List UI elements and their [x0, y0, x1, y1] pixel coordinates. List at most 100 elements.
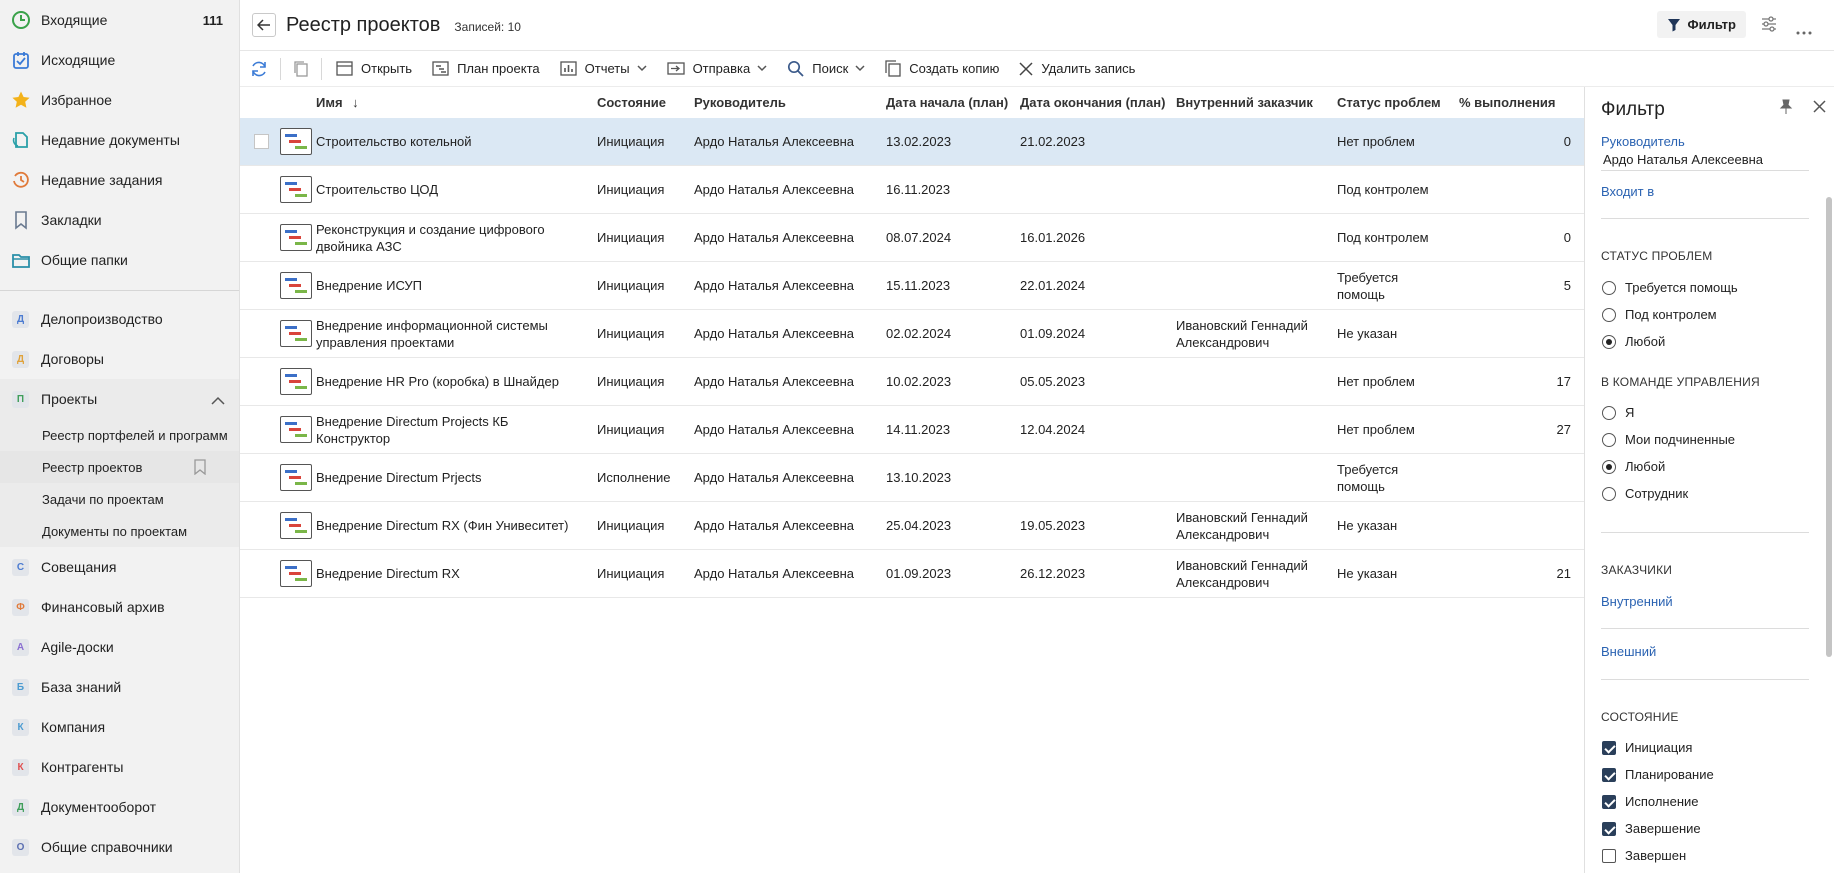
table-row[interactable]: Внедрение ИСУП Инициация Ардо Наталья Алек… — [240, 262, 1584, 310]
option-label[interactable]: Исполнение — [1625, 794, 1699, 809]
radio-button[interactable] — [1602, 308, 1616, 322]
table-row[interactable]: Внедрение информационной системы управлен… — [240, 310, 1584, 358]
sidebar-item-project-tasks[interactable]: Задачи по проектам — [0, 483, 239, 515]
copy-selection-button[interactable] — [285, 54, 317, 84]
option-label[interactable]: Любой — [1625, 459, 1665, 474]
checkbox[interactable] — [1602, 768, 1616, 782]
chevron-down-icon — [637, 65, 647, 72]
internal-customer-link[interactable]: Внутренний — [1601, 594, 1673, 609]
cell-start-value: 16.11.2023 — [886, 182, 951, 197]
sidebar-item-project-registry[interactable]: Реестр проектов — [0, 451, 239, 483]
cell-state: Исполнение — [597, 454, 671, 501]
module-company[interactable]: К Компания — [0, 707, 239, 747]
sidebar-item-shared-folders[interactable]: Общие папки — [0, 240, 239, 280]
module-knowledge-base[interactable]: Б База знаний — [0, 667, 239, 707]
column-header-customer[interactable]: Внутренний заказчик — [1176, 95, 1313, 110]
radio-button[interactable] — [1602, 460, 1616, 474]
create-copy-button[interactable]: Создать копию — [875, 54, 1009, 84]
column-header-status[interactable]: Статус проблем — [1337, 95, 1441, 110]
bookmark-icon[interactable] — [193, 459, 207, 478]
table-row[interactable]: Внедрение Directum RX Инициация Ардо Натал… — [240, 550, 1584, 598]
column-header-end[interactable]: Дата окончания (план) — [1020, 95, 1165, 110]
sidebar-item-favorites[interactable]: Избранное — [0, 80, 239, 120]
filter-panel-scrollbar[interactable] — [1826, 197, 1832, 657]
table-row[interactable]: Внедрение Directum RX (Фин Унивеситет) Ин… — [240, 502, 1584, 550]
option-label[interactable]: Завершен — [1625, 848, 1686, 863]
module-common-directories[interactable]: О Общие справочники — [0, 827, 239, 867]
option-label[interactable]: Сотрудник — [1625, 486, 1688, 501]
module-counterparties[interactable]: К Контрагенты — [0, 747, 239, 787]
back-button[interactable] — [252, 13, 276, 37]
sidebar-item-inbox[interactable]: Входящие 111 — [0, 0, 239, 40]
module-financial-archive[interactable]: Ф Финансовый архив — [0, 587, 239, 627]
option-label[interactable]: Любой — [1625, 334, 1665, 349]
table-row[interactable]: Строительство котельной Инициация Ардо Нат… — [240, 118, 1584, 166]
row-checkbox[interactable] — [254, 134, 269, 149]
radio-button[interactable] — [1602, 335, 1616, 349]
chevron-up-icon[interactable] — [211, 393, 225, 409]
module-letter-icon: Б — [12, 678, 29, 696]
radio-button[interactable] — [1602, 433, 1616, 447]
option-label[interactable]: Требуется помощь — [1625, 280, 1738, 295]
open-button[interactable]: Открыть — [326, 54, 422, 84]
option-label[interactable]: Завершение — [1625, 821, 1701, 836]
module-label: Проекты — [41, 391, 98, 407]
table-row[interactable]: Внедрение Directum Projects КБ Конструкто… — [240, 406, 1584, 454]
sidebar-item-recent-documents[interactable]: Недавние документы — [0, 120, 239, 160]
column-header-manager[interactable]: Руководитель — [694, 95, 786, 110]
table-row[interactable]: Внедрение Directum Prjects Исполнение Ардо… — [240, 454, 1584, 502]
sidebar-item-recent-tasks[interactable]: Недавние задания — [0, 160, 239, 200]
table-row[interactable]: Внедрение HR Pro (коробка) в Шнайдер Иниц… — [240, 358, 1584, 406]
pin-icon[interactable] — [1779, 99, 1793, 118]
table-row[interactable]: Реконструкция и создание цифрового двойни… — [240, 214, 1584, 262]
column-header-name[interactable]: Имя ↓ — [316, 95, 359, 110]
radio-button[interactable] — [1602, 487, 1616, 501]
module-meetings[interactable]: С Совещания — [0, 547, 239, 587]
column-header-percent[interactable]: % выполнения — [1459, 95, 1556, 110]
option-label[interactable]: Планирование — [1625, 767, 1714, 782]
module-records[interactable]: Д Делопроизводство — [0, 299, 239, 339]
filter-button[interactable]: Фильтр — [1657, 11, 1746, 38]
radio-button[interactable] — [1602, 406, 1616, 420]
cell-end-value: 26.12.2023 — [1020, 566, 1086, 581]
search-dropdown[interactable]: Поиск — [777, 54, 875, 84]
option-label[interactable]: Под контролем — [1625, 307, 1717, 322]
option-label[interactable]: Мои подчиненные — [1625, 432, 1735, 447]
cell-start-value: 13.02.2023 — [886, 134, 952, 149]
manager-filter-value[interactable]: Ардо Наталья Алексеевна — [1603, 152, 1763, 167]
module-contracts[interactable]: Д Договоры — [0, 339, 239, 379]
sidebar-item-portfolio-registry[interactable]: Реестр портфелей и программ — [0, 419, 239, 451]
more-options-icon[interactable] — [1796, 22, 1812, 38]
checkbox[interactable] — [1602, 795, 1616, 809]
manager-filter-link[interactable]: Руководитель — [1601, 134, 1685, 149]
project-plan-button[interactable]: План проекта — [422, 54, 550, 84]
checkbox[interactable] — [1602, 822, 1616, 836]
column-header-state[interactable]: Состояние — [597, 95, 666, 110]
sidebar-item-project-documents[interactable]: Документы по проектам — [0, 515, 239, 547]
external-customer-link[interactable]: Внешний — [1601, 644, 1656, 659]
option-label[interactable]: Я — [1625, 405, 1634, 420]
sidebar-item-outgoing[interactable]: Исходящие — [0, 40, 239, 80]
column-header-start[interactable]: Дата начала (план) — [886, 95, 1008, 110]
refresh-button[interactable] — [240, 54, 276, 84]
cell-state-value: Инициация — [597, 134, 665, 149]
option-label[interactable]: Инициация — [1625, 740, 1692, 755]
close-icon[interactable] — [1813, 100, 1826, 116]
sidebar-item-bookmarks[interactable]: Закладки — [0, 200, 239, 240]
cell-state: Инициация — [597, 550, 664, 597]
radio-button[interactable] — [1602, 281, 1616, 295]
reports-dropdown[interactable]: Отчеты — [550, 54, 657, 84]
checkbox[interactable] — [1602, 741, 1616, 755]
bookmark-icon — [10, 209, 32, 231]
delete-record-button[interactable]: Удалить запись — [1009, 54, 1145, 84]
checkbox[interactable] — [1602, 849, 1616, 863]
send-dropdown[interactable]: Отправка — [657, 54, 778, 84]
cell-manager: Ардо Наталья Алексеевна — [694, 262, 854, 309]
module-document-flow[interactable]: Д Документооборот — [0, 787, 239, 827]
table-row[interactable]: Строительство ЦОД Инициация Ардо Наталья А… — [240, 166, 1584, 214]
settings-sliders-icon[interactable] — [1760, 15, 1778, 36]
includes-filter-link[interactable]: Входит в — [1601, 184, 1654, 199]
module-agile-boards[interactable]: A Agile-доски — [0, 627, 239, 667]
cell-state: Инициация — [597, 502, 664, 549]
module-projects[interactable]: П Проекты — [0, 379, 239, 419]
